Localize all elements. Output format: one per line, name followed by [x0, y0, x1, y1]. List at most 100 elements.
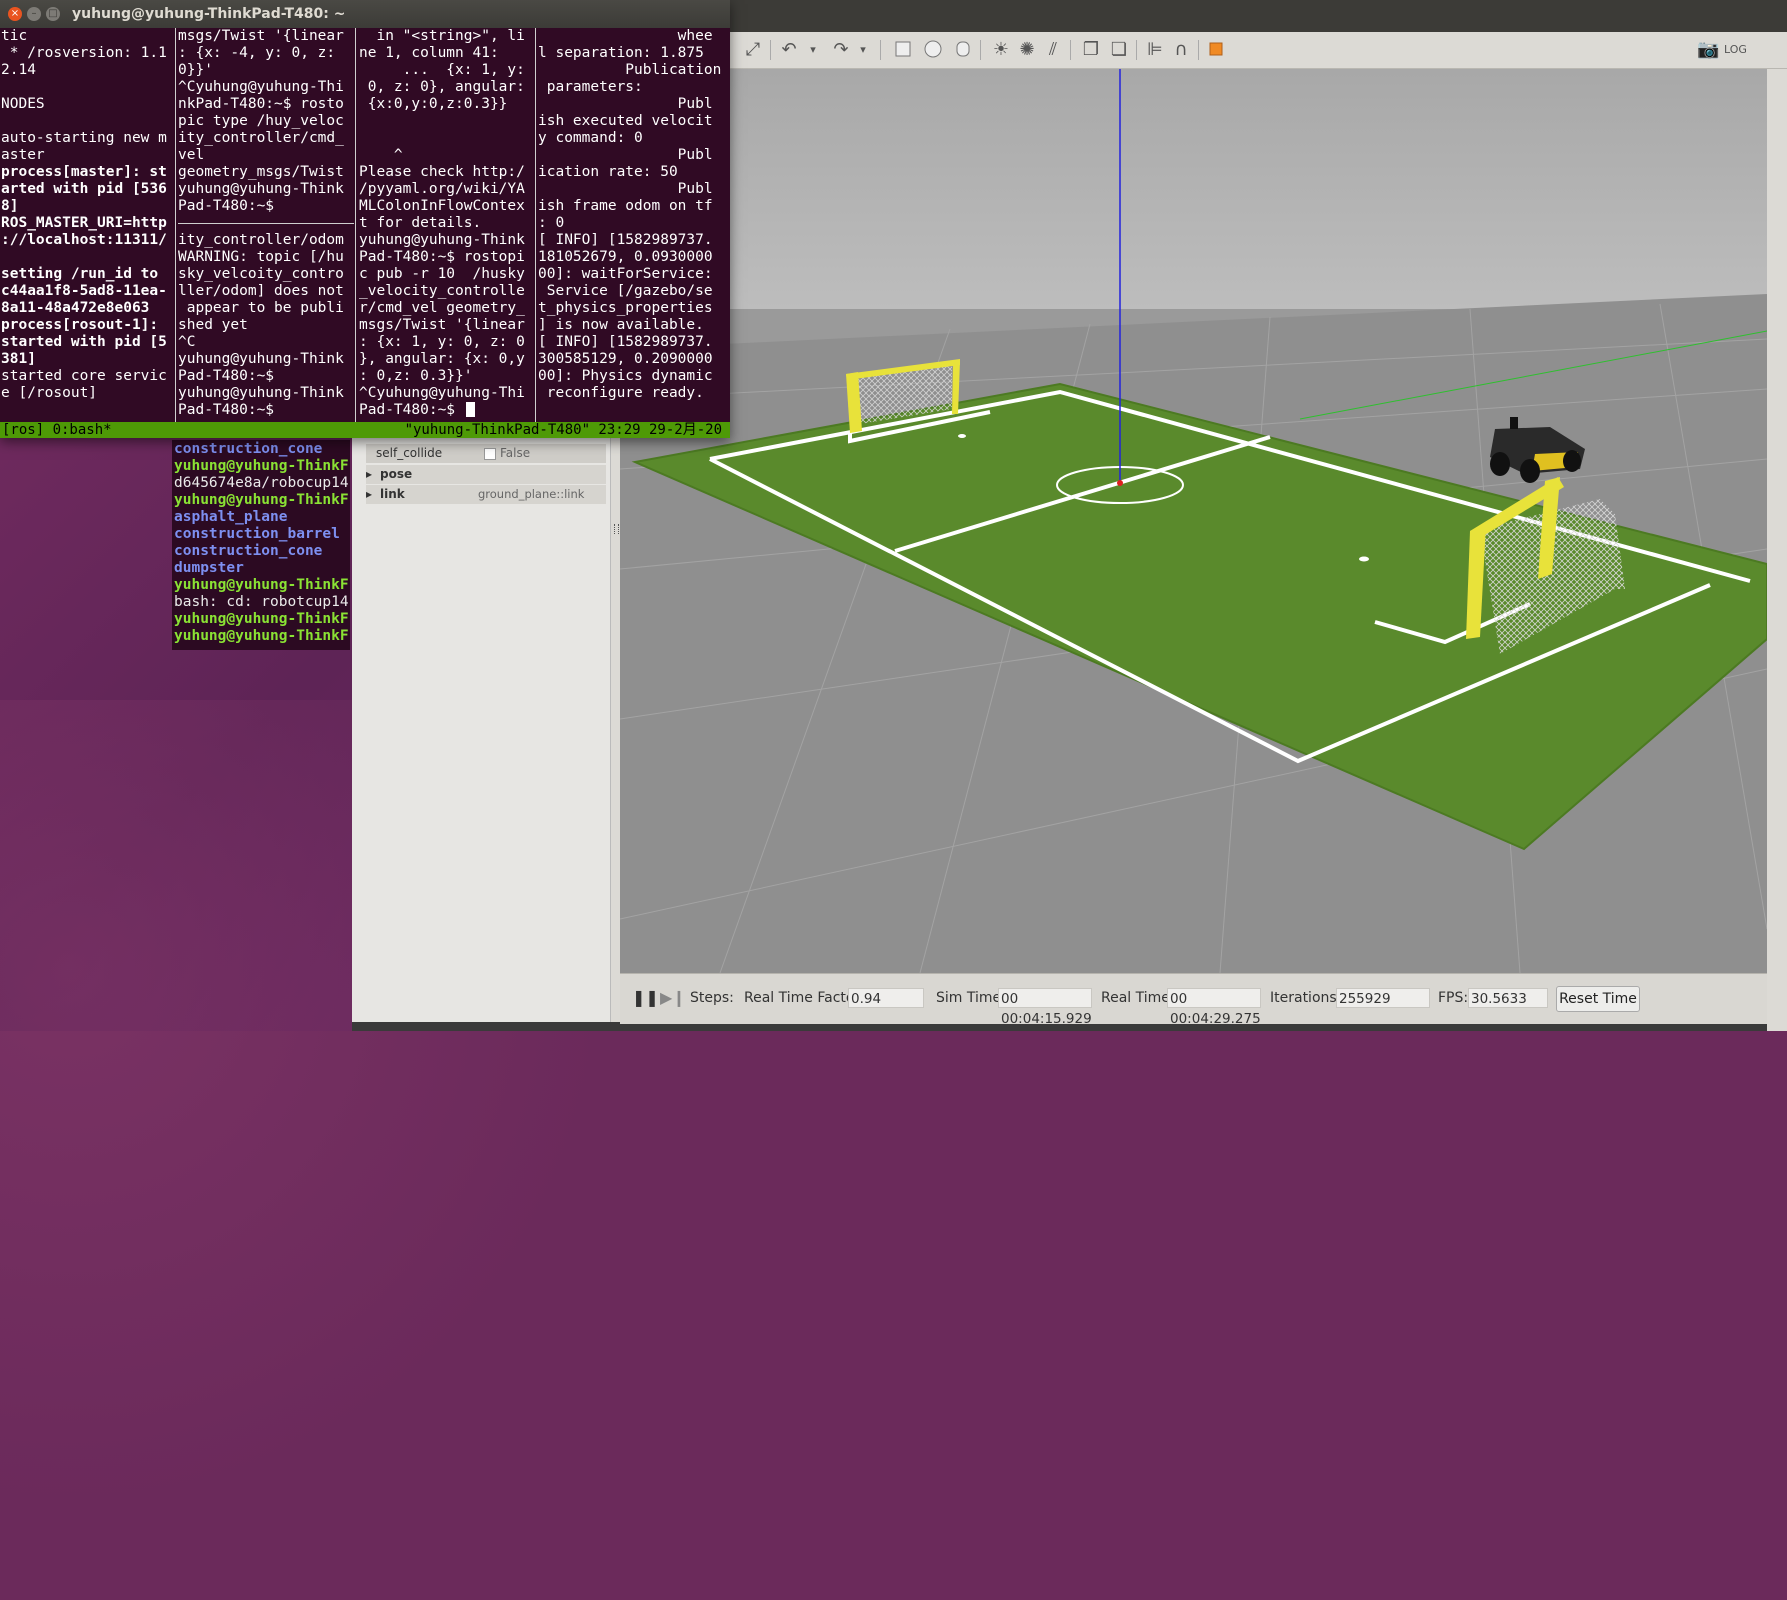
reset-time-button[interactable]: Reset Time — [1556, 986, 1640, 1012]
terminal-line: parameters: — [538, 79, 643, 95]
terminal-line: ity_controller/odom — [178, 232, 344, 248]
property-pose[interactable]: ▸ pose — [366, 465, 606, 484]
terminal-line: ^ — [359, 147, 403, 163]
terminal-line: Publication — [538, 62, 722, 78]
terminal-line: ller/odom] does not — [178, 283, 344, 299]
terminal-line: Pad-T480:~$ — [178, 402, 275, 418]
chevron-down-icon[interactable]: ▾ — [802, 39, 824, 61]
paste-icon[interactable]: ❏ — [1108, 39, 1130, 61]
tmux-pane-1[interactable]: tic * /rosversion: 1.1 2.14 NODES auto-star… — [1, 28, 174, 422]
terminal-line: d645674e8a/robocup14 — [174, 475, 348, 491]
property-value: False — [500, 446, 531, 460]
log-icon[interactable]: LOG — [1724, 39, 1747, 61]
sim-time-value: 00 00:04:15.929 — [998, 988, 1092, 1027]
terminal-line: Pad-T480:~$ — [178, 368, 275, 384]
terminal-line: 300585129, 0.2090000 — [538, 351, 713, 367]
tmux-pane-2[interactable]: msgs/Twist '{linear: {x: -4, y: 0, z: 0}}… — [178, 28, 354, 422]
pane-separator[interactable] — [355, 28, 356, 422]
terminal-line: reconfigure ready. — [538, 385, 704, 401]
toolbar-separator — [880, 40, 881, 60]
redo-icon[interactable]: ↷ — [830, 39, 852, 61]
toolbar-separator — [770, 40, 771, 60]
checkbox[interactable] — [484, 448, 496, 460]
terminal-line: msgs/Twist '{linear — [359, 317, 525, 333]
3d-viewport[interactable] — [620, 69, 1767, 973]
step-icon[interactable]: ▶❙ — [660, 988, 686, 1007]
gazebo-status-bar: ❚❚ ▶❙ Steps: Real Time Factor: 0.94 Sim … — [620, 973, 1767, 1027]
snap-icon[interactable]: ∩ — [1170, 39, 1192, 61]
terminal-line: t_physics_properties — [538, 300, 713, 316]
expand-arrow-icon[interactable]: ▸ — [366, 465, 372, 484]
terminal-line: ication rate: 50 — [538, 164, 678, 180]
tmux-pane-4[interactable]: whee l separation: 1.875 Publication para… — [538, 28, 724, 422]
copy-icon[interactable]: ❐ — [1080, 39, 1102, 61]
terminal-line: _velocity_controlle — [359, 283, 525, 299]
view-angle-icon[interactable] — [1206, 39, 1228, 61]
terminal-line: c pub -r 10 /husky — [359, 266, 525, 282]
simulation-scene[interactable] — [620, 69, 1767, 973]
terminal-line: : {x: -4, y: 0, z: — [178, 45, 336, 61]
terminal-line: l separation: 1.875 — [538, 45, 704, 61]
terminal-line: }, angular: {x: 0,y — [359, 351, 525, 367]
terminal-line: setting /run_id to — [1, 266, 159, 282]
terminal-line: ish frame odom on tf — [538, 198, 713, 214]
terminal-line: ] is now available. — [538, 317, 704, 333]
terminal-line: 0}}' — [178, 62, 213, 78]
terminal-line: process[rosout-1]: — [1, 317, 159, 333]
box-icon[interactable] — [892, 39, 914, 61]
terminal-line: MLColonInFlowContex — [359, 198, 525, 214]
chevron-down-icon[interactable]: ▾ — [852, 39, 874, 61]
terminal-line: yuhung@yuhung-ThinkF — [174, 458, 348, 474]
pause-icon[interactable]: ❚❚ — [632, 988, 659, 1007]
terminal-line: 8] — [1, 198, 19, 214]
tmux-panes[interactable]: tic * /rosversion: 1.1 2.14 NODES auto-star… — [0, 28, 730, 422]
terminal-line: construction_cone — [174, 543, 323, 559]
spot-light-icon[interactable]: ✺ — [1016, 39, 1038, 61]
ball — [958, 434, 966, 438]
sky — [620, 69, 1767, 309]
terminal-line: yuhung@yuhung-ThinkF — [174, 577, 348, 593]
terminal-line: Pad-T480:~$ rostopi — [359, 249, 525, 265]
terminal-line: ne 1, column 41: — [359, 45, 499, 61]
pane-separator[interactable] — [175, 28, 176, 422]
terminal-line: geometry_msgs/Twist — [178, 164, 344, 180]
terminal-line: pic type /huy_veloc — [178, 113, 344, 129]
terminal-line: nkPad-T480:~$ rosto — [178, 96, 344, 112]
terminal-line: Pad-T480:~$ — [359, 402, 534, 419]
toolbar-separator — [1198, 40, 1199, 60]
terminal-line: appear to be publi — [178, 300, 344, 316]
point-light-icon[interactable]: ☀ — [990, 39, 1012, 61]
terminal-line: Service [/gazebo/se — [538, 283, 713, 299]
terminal-line: 8a11-48a472e8e063 — [1, 300, 150, 316]
minimize-icon[interactable]: – — [27, 7, 41, 21]
terminal-line: Publ — [538, 96, 713, 112]
cylinder-icon[interactable] — [952, 39, 974, 61]
right-panel-collapsed[interactable] — [1767, 69, 1787, 1031]
terminal-line: aster — [1, 147, 45, 163]
property-link[interactable]: ▸ link ground_plane::link — [366, 485, 606, 504]
close-icon[interactable]: × — [8, 7, 22, 21]
terminal-line: yuhung@yuhung-Think — [178, 181, 344, 197]
terminal-line: ^C — [178, 334, 196, 350]
terminal-line: : {x: 1, y: 0, z: 0 — [359, 334, 525, 350]
undo-icon[interactable]: ↶ — [778, 39, 800, 61]
terminal-line: started with pid [5 — [1, 334, 167, 350]
terminal-line: : 0,z: 0.3}}' — [359, 368, 473, 384]
scale-icon[interactable]: ⤢ — [742, 39, 764, 61]
background-terminal[interactable]: construction_cone yuhung@yuhung-ThinkF d64… — [172, 440, 350, 650]
terminal-line: ROS_MASTER_URI=http — [1, 215, 167, 231]
pane-separator — [178, 223, 354, 224]
sphere-icon[interactable] — [922, 39, 944, 61]
tmux-pane-3[interactable]: in "<string>", li ne 1, column 41: ... {x… — [359, 28, 534, 422]
expand-arrow-icon[interactable]: ▸ — [366, 485, 372, 504]
iterations-label: Iterations: — [1270, 990, 1342, 1006]
terminal-window[interactable]: × – □ yuhung@yuhung-ThinkPad-T480: ~ tic… — [0, 0, 730, 438]
directional-light-icon[interactable]: ⫽ — [1042, 39, 1064, 61]
screenshot-icon[interactable]: 📷 — [1697, 39, 1719, 61]
pane-separator[interactable] — [535, 28, 536, 422]
maximize-icon[interactable]: □ — [46, 7, 60, 21]
align-icon[interactable]: ⊫ — [1144, 39, 1166, 61]
rtf-value: 0.94 — [848, 988, 924, 1008]
